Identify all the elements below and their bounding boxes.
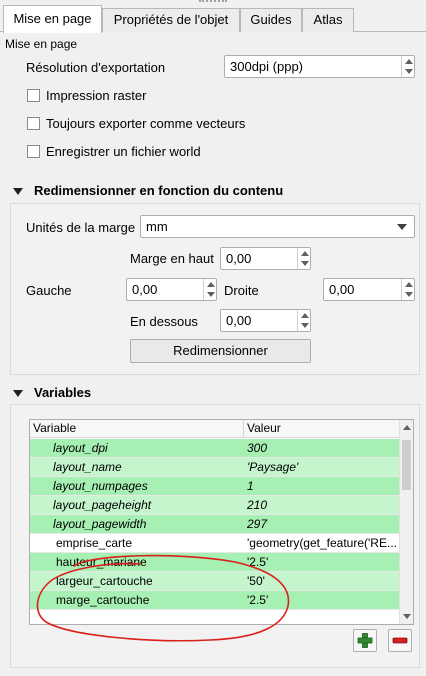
margin-top-label: Marge en haut <box>130 251 214 266</box>
variable-value: 1 <box>247 479 254 493</box>
minus-icon <box>392 637 408 644</box>
table-scrollbar[interactable] <box>399 420 413 624</box>
variable-name: layout_dpi <box>53 441 108 455</box>
resolution-value: 300dpi (ppp) <box>230 59 303 74</box>
margin-units-label: Unités de la marge <box>26 220 136 235</box>
variable-value: 210 <box>247 498 268 512</box>
tab-atlas[interactable]: Atlas <box>302 8 354 32</box>
margin-bottom-stepper[interactable] <box>297 310 310 331</box>
margin-right-spinbox[interactable]: 0,00 <box>323 278 415 301</box>
margin-right-value: 0,00 <box>329 282 355 297</box>
vector-label: Toujours exporter comme vecteurs <box>46 116 246 131</box>
variable-name: layout_pagewidth <box>53 517 147 531</box>
table-row[interactable]: layout_pageheight 210 <box>30 496 400 515</box>
raster-label: Impression raster <box>46 88 147 103</box>
scrollbar-thumb[interactable] <box>402 440 411 490</box>
collapse-variables-icon[interactable] <box>13 390 23 397</box>
margin-units-value: mm <box>146 219 168 234</box>
annotation-circle <box>36 554 290 642</box>
margin-bottom-label: En dessous <box>130 314 198 329</box>
variable-name: layout_numpages <box>53 479 148 493</box>
table-row[interactable]: layout_pagewidth 297 <box>30 515 400 534</box>
margin-right-stepper[interactable] <box>401 279 414 300</box>
margin-bottom-spinbox[interactable]: 0,00 <box>220 309 311 332</box>
margin-left-value: 0,00 <box>132 282 158 297</box>
column-variable-header[interactable]: Variable <box>30 420 244 438</box>
table-header: Variable Valeur <box>30 420 400 438</box>
margin-units-select[interactable]: mm <box>140 215 415 238</box>
world-file-label: Enregistrer un fichier world <box>46 144 201 159</box>
world-file-checkbox[interactable] <box>27 145 40 158</box>
table-row[interactable]: layout_numpages 1 <box>30 477 400 496</box>
margin-top-stepper[interactable] <box>297 248 310 269</box>
margin-left-spinbox[interactable]: 0,00 <box>126 278 217 301</box>
scroll-up-icon[interactable] <box>403 425 411 430</box>
resolution-label: Résolution d'exportation <box>26 60 166 75</box>
margin-left-label: Gauche <box>26 283 72 298</box>
resolution-stepper[interactable] <box>401 56 414 77</box>
add-variable-button[interactable] <box>353 629 377 652</box>
tab-guides[interactable]: Guides <box>240 8 302 32</box>
margin-bottom-value: 0,00 <box>226 313 252 328</box>
column-value-header[interactable]: Valeur <box>244 420 400 438</box>
remove-variable-button[interactable] <box>388 629 412 652</box>
margin-top-spinbox[interactable]: 0,00 <box>220 247 311 270</box>
drag-grip[interactable] <box>199 0 227 3</box>
tab-mise-en-page[interactable]: Mise en page <box>3 5 102 33</box>
margin-right-label: Droite <box>224 283 259 298</box>
scroll-down-icon[interactable] <box>403 614 411 619</box>
resize-button[interactable]: Redimensionner <box>130 339 311 363</box>
table-row[interactable]: layout_dpi 300 <box>30 439 400 458</box>
tab-bar: Mise en page Propriétés de l'objet Guide… <box>0 0 426 33</box>
variable-value: 297 <box>247 517 268 531</box>
variable-value: 300 <box>247 441 268 455</box>
plus-icon <box>357 633 373 648</box>
variable-value: 'Paysage' <box>247 460 299 474</box>
variable-name: layout_name <box>53 460 122 474</box>
margin-top-value: 0,00 <box>226 251 252 266</box>
resolution-spinbox[interactable]: 300dpi (ppp) <box>224 55 415 78</box>
variables-section-title[interactable]: Variables <box>34 385 91 400</box>
variable-name: layout_pageheight <box>53 498 152 512</box>
chevron-down-icon <box>397 224 407 230</box>
raster-checkbox[interactable] <box>27 89 40 102</box>
panel-title: Mise en page <box>5 37 78 51</box>
table-row[interactable]: layout_name 'Paysage' <box>30 458 400 477</box>
margin-left-stepper[interactable] <box>203 279 216 300</box>
vector-checkbox[interactable] <box>27 117 40 130</box>
resize-section-title[interactable]: Redimensionner en fonction du contenu <box>34 183 283 198</box>
tab-proprietes-objet[interactable]: Propriétés de l'objet <box>102 8 240 32</box>
collapse-resize-icon[interactable] <box>13 188 23 195</box>
